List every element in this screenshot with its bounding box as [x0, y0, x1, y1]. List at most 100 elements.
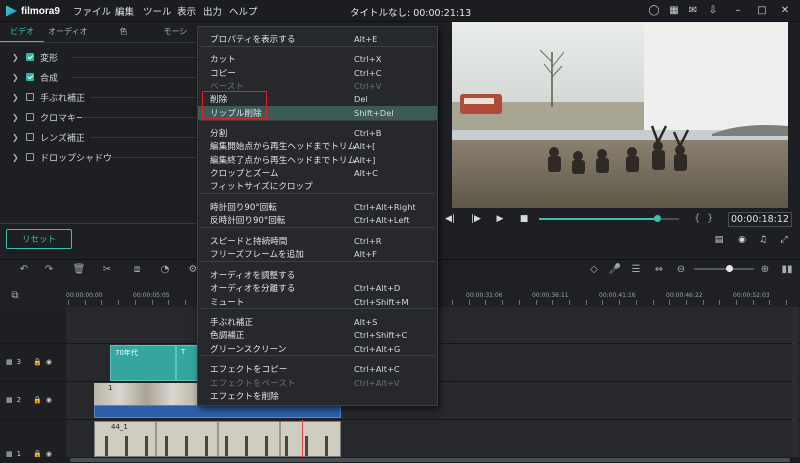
prop-lens-correction[interactable]: ❯ レンズ補正	[12, 130, 85, 144]
panel-layout-icon[interactable]: ▮▮	[780, 262, 794, 276]
zoom-slider-track[interactable]	[694, 268, 754, 270]
render-preview-icon[interactable]: ▤	[712, 233, 726, 247]
maximize-icon[interactable]: □	[755, 4, 769, 17]
tab-motion[interactable]: モーシ	[137, 24, 197, 42]
playback-progress-knob[interactable]	[653, 215, 661, 222]
lock-icon[interactable]: 🔒	[33, 396, 42, 404]
menu-item[interactable]: 分割 Ctrl+B	[198, 126, 437, 140]
download-icon[interactable]: ⇩	[706, 4, 720, 17]
ruler-tick	[85, 300, 86, 305]
chevron-right-icon[interactable]: ❯	[12, 153, 20, 162]
menu-item[interactable]: オーディオを分離する Ctrl+Alt+D	[198, 281, 437, 295]
main-video-clip[interactable]: 44_1	[94, 421, 341, 457]
timeline-clip[interactable]: 70年代	[110, 345, 176, 381]
minimize-icon[interactable]: –	[731, 4, 745, 17]
prop-stabilization[interactable]: ❯ 手ぶれ補正	[12, 90, 85, 104]
timeline-scrollbar-thumb[interactable]	[70, 458, 790, 462]
prop-chroma-key[interactable]: ❯ クロマキー	[12, 110, 85, 124]
menu-item-shortcut: Shift+Del	[354, 107, 394, 118]
checkbox-drop-shadow[interactable]	[26, 153, 34, 161]
menu-item[interactable]: 色調補正 Ctrl+Shift+C	[198, 328, 437, 342]
ruler-tick	[686, 300, 687, 305]
fit-timeline-icon[interactable]: ⇔	[652, 262, 666, 276]
prop-drop-shadow[interactable]: ❯ ドロップシャドウ	[12, 150, 112, 164]
crop-icon[interactable]: ⧈	[130, 262, 144, 276]
chevron-right-icon[interactable]: ❯	[12, 73, 20, 82]
prop-compositing[interactable]: ❯ 合成	[12, 70, 58, 84]
selected-clip-bar[interactable]	[94, 405, 341, 418]
timeline-clip[interactable]: T	[176, 345, 198, 381]
menu-item[interactable]: グリーンスクリーン Ctrl+Alt+G	[198, 342, 437, 356]
menu-item[interactable]: ミュート Ctrl+Shift+M	[198, 295, 437, 309]
menu-item[interactable]: コピー Ctrl+C	[198, 66, 437, 80]
prop-label: 手ぶれ補正	[40, 93, 86, 104]
play-back-icon[interactable]: |▶	[470, 212, 482, 226]
chevron-right-icon[interactable]: ❯	[12, 113, 20, 122]
delete-icon[interactable]: 🗑	[72, 262, 86, 276]
tab-video[interactable]: ビデオ	[0, 24, 44, 42]
audio-mixer-icon[interactable]: ☰	[629, 262, 643, 276]
play-icon[interactable]: ▶	[494, 212, 506, 226]
tab-color[interactable]: 色	[97, 24, 137, 42]
zoom-in-icon[interactable]: ⊕	[758, 262, 772, 276]
close-icon[interactable]: ✕	[778, 4, 792, 17]
menu-export[interactable]: 出力	[203, 4, 222, 18]
zoom-slider-knob[interactable]	[726, 265, 733, 272]
checkbox-chroma-key[interactable]	[26, 113, 34, 121]
zoom-out-icon[interactable]: ⊖	[674, 262, 688, 276]
mark-in-icon[interactable]: {	[694, 213, 700, 224]
microphone-icon[interactable]: 🎤	[608, 262, 622, 276]
menu-item[interactable]: スピードと持続時間 Ctrl+R	[198, 234, 437, 248]
ruler-tick	[736, 300, 737, 305]
add-track-icon[interactable]: ⧉	[8, 288, 22, 302]
mail-icon[interactable]: ✉	[686, 4, 700, 17]
menu-item[interactable]: クロップとズーム Alt+C	[198, 166, 437, 180]
stop-icon[interactable]: ■	[518, 212, 530, 226]
checkbox-stabilization[interactable]	[26, 93, 34, 101]
eye-icon[interactable]: ◉	[46, 358, 52, 366]
clip-thumbnails[interactable]: 1	[94, 383, 198, 405]
fullscreen-icon[interactable]: ⤢	[777, 233, 791, 247]
chevron-right-icon[interactable]: ❯	[12, 93, 20, 102]
snapshot-icon[interactable]: ◉	[735, 233, 749, 247]
menu-item[interactable]: 手ぶれ補正 Alt+S	[198, 315, 437, 329]
chevron-right-icon[interactable]: ❯	[12, 133, 20, 142]
checkbox-transform[interactable]	[26, 53, 34, 61]
lock-icon[interactable]: 🔒	[33, 358, 42, 366]
menu-item[interactable]: オーディオを調整する	[198, 268, 437, 282]
mark-out-icon[interactable]: }	[707, 213, 713, 224]
menu-item[interactable]: プロパティを表示する Alt+E	[198, 32, 437, 46]
menu-item[interactable]: 時計回り90°回転 Ctrl+Alt+Right	[198, 200, 437, 214]
undo-icon[interactable]: ↶	[17, 262, 31, 276]
menu-item[interactable]: エフェクトをコピー Ctrl+Alt+C	[198, 362, 437, 376]
cart-icon[interactable]: ▦	[667, 4, 681, 17]
prev-frame-icon[interactable]: ◀|	[444, 212, 456, 226]
profile-icon[interactable]: ◯	[647, 4, 661, 17]
menu-item[interactable]: フィットサイズにクロップ	[198, 179, 437, 193]
menu-item-label: フィットサイズにクロップ	[210, 181, 313, 192]
tab-audio[interactable]: オーディオ	[44, 24, 97, 42]
cut-icon[interactable]: ✂	[100, 262, 114, 276]
speed-icon[interactable]: ◔	[158, 262, 172, 276]
checkbox-lens-correction[interactable]	[26, 133, 34, 141]
checkbox-compositing[interactable]	[26, 73, 34, 81]
menu-edit[interactable]: 編集	[115, 4, 134, 18]
menu-help[interactable]: ヘルプ	[229, 4, 258, 18]
eye-icon[interactable]: ◉	[46, 396, 52, 404]
menu-tools[interactable]: ツール	[143, 4, 172, 18]
menu-file[interactable]: ファイル	[73, 4, 111, 18]
menu-item[interactable]: フリーズフレームを追加 Alt+F	[198, 247, 437, 261]
menu-item[interactable]: 反時計回り90°回転 Ctrl+Alt+Left	[198, 213, 437, 227]
marker-icon[interactable]: ◇	[587, 262, 601, 276]
chevron-right-icon[interactable]: ❯	[12, 53, 20, 62]
tracks-vertical-scrollbar[interactable]	[792, 307, 798, 457]
reset-button[interactable]: リセット	[6, 229, 72, 249]
menu-item[interactable]: 編集終了点から再生ヘッドまでトリム Alt+]	[198, 153, 437, 167]
redo-icon[interactable]: ↷	[42, 262, 56, 276]
menu-item[interactable]: カット Ctrl+X	[198, 52, 437, 66]
menu-item[interactable]: 編集開始点から再生ヘッドまでトリム Alt+[	[198, 139, 437, 153]
prop-transform[interactable]: ❯ 変形	[12, 50, 58, 64]
menu-item[interactable]: エフェクトを削除	[198, 389, 437, 403]
menu-view[interactable]: 表示	[177, 4, 196, 18]
volume-icon[interactable]: ♫	[756, 233, 770, 247]
